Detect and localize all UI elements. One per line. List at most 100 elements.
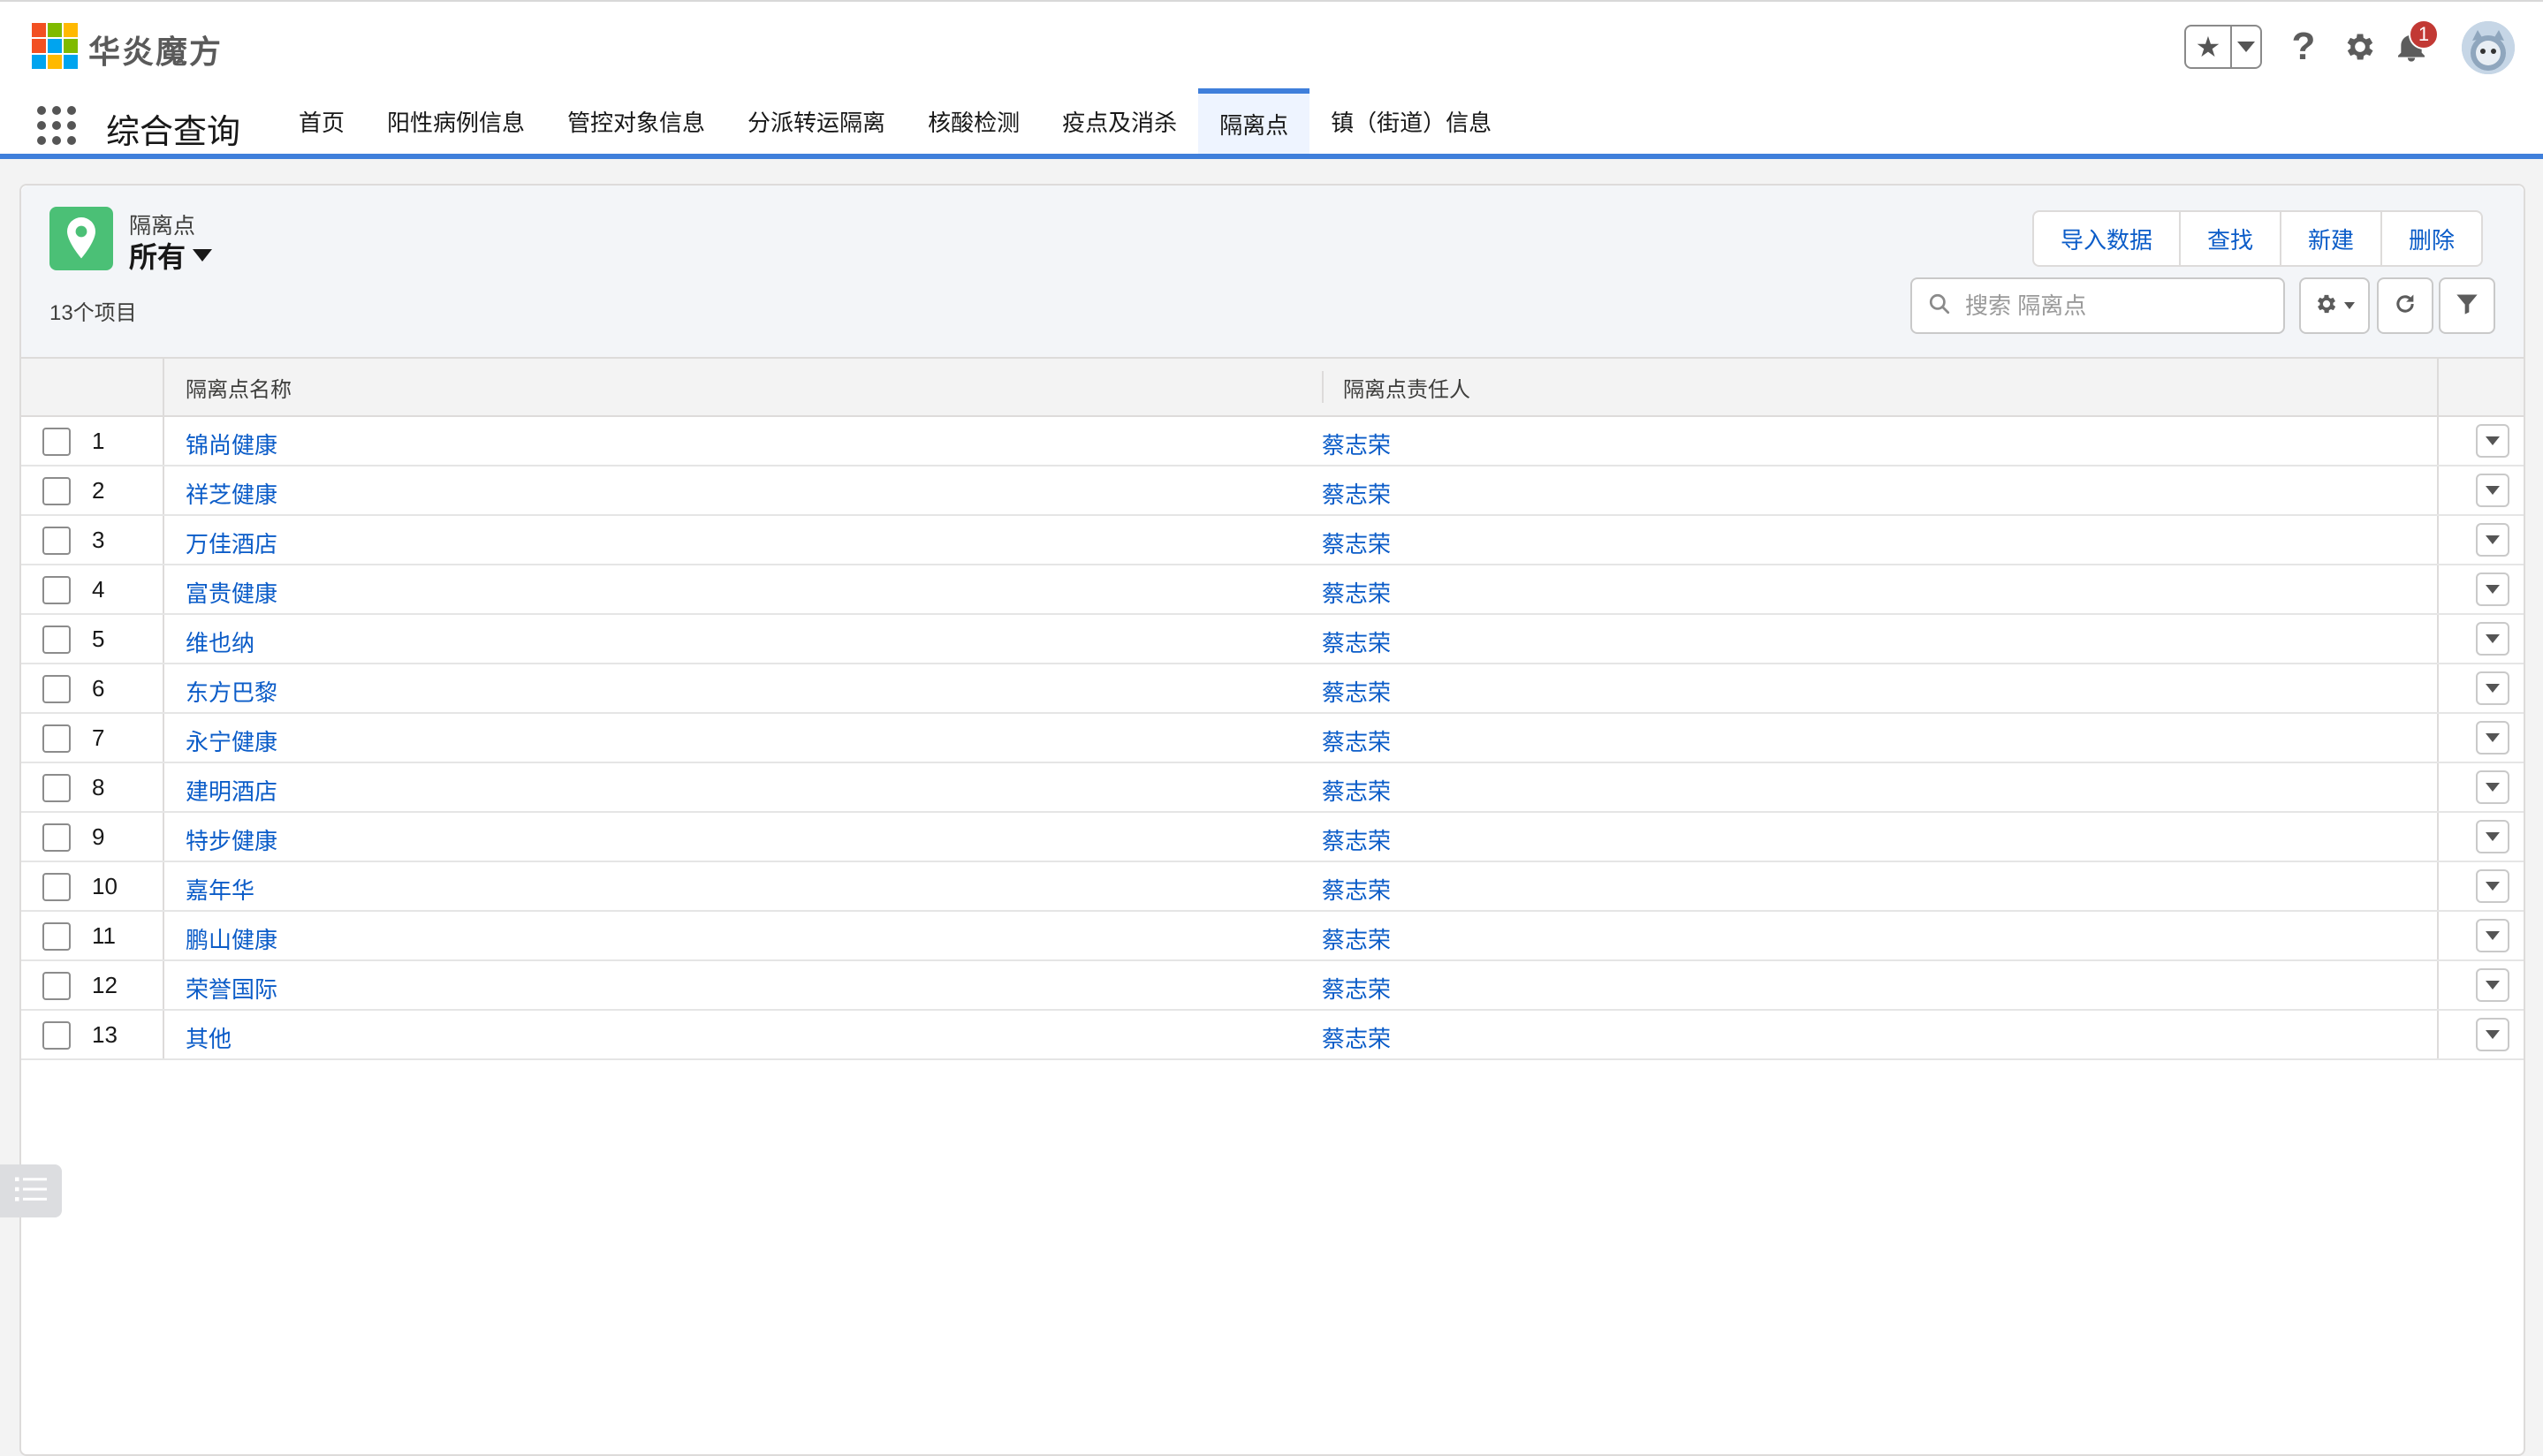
- row-checkbox[interactable]: [42, 477, 71, 505]
- isolation-point-name-link[interactable]: 永宁健康: [186, 724, 277, 757]
- isolation-point-name-link[interactable]: 锦尚健康: [186, 428, 277, 460]
- row-actions-menu-button[interactable]: [2476, 968, 2509, 1002]
- tab-nucleic-testing[interactable]: 核酸检测: [907, 88, 1041, 154]
- row-checkbox[interactable]: [42, 972, 71, 1000]
- row-checkbox[interactable]: [42, 626, 71, 654]
- favorites-dropdown-button[interactable]: [2232, 27, 2260, 67]
- row-number: 5: [92, 626, 105, 652]
- row-actions-menu-button[interactable]: [2476, 919, 2509, 952]
- row-checkbox[interactable]: [42, 873, 71, 901]
- app-launcher-waffle-icon[interactable]: [37, 106, 76, 145]
- list-view-picker[interactable]: 所有: [129, 235, 213, 276]
- column-divider: [2437, 359, 2439, 415]
- caret-down-icon: [193, 249, 213, 262]
- filter-button[interactable]: [2439, 277, 2495, 334]
- row-actions-menu-button[interactable]: [2476, 1018, 2509, 1051]
- column-divider: [163, 417, 164, 465]
- owner-link[interactable]: 蔡志荣: [1322, 527, 1391, 559]
- refresh-button[interactable]: [2377, 277, 2433, 334]
- row-actions-menu-button[interactable]: [2476, 622, 2509, 656]
- chevron-down-icon: [2486, 684, 2500, 693]
- isolation-point-name-link[interactable]: 其他: [186, 1021, 232, 1054]
- location-pin-icon: [49, 207, 113, 270]
- row-checkbox[interactable]: [42, 922, 71, 951]
- owner-link[interactable]: 蔡志荣: [1322, 823, 1391, 856]
- isolation-point-name-link[interactable]: 特步健康: [186, 823, 277, 856]
- tab-home[interactable]: 首页: [277, 88, 366, 154]
- find-button[interactable]: 查找: [2181, 212, 2282, 265]
- owner-link[interactable]: 蔡志荣: [1322, 626, 1391, 658]
- row-actions-menu-button[interactable]: [2476, 770, 2509, 804]
- row-checkbox[interactable]: [42, 428, 71, 456]
- column-divider: [2437, 565, 2439, 613]
- row-actions-menu-button[interactable]: [2476, 474, 2509, 507]
- isolation-point-name-link[interactable]: 荣誉国际: [186, 972, 277, 1005]
- owner-link[interactable]: 蔡志荣: [1322, 774, 1391, 807]
- app-navigation-bar: 综合查询 首页 阳性病例信息 管控对象信息 分派转运隔离 核酸检测 疫点及消杀 …: [0, 88, 2543, 159]
- new-button[interactable]: 新建: [2281, 212, 2383, 265]
- row-actions-menu-button[interactable]: [2476, 424, 2509, 458]
- isolation-point-name-link[interactable]: 祥芝健康: [186, 477, 277, 510]
- tab-epidemic-disinfection[interactable]: 疫点及消杀: [1041, 88, 1198, 154]
- owner-link[interactable]: 蔡志荣: [1322, 873, 1391, 906]
- row-actions-menu-button[interactable]: [2476, 671, 2509, 705]
- isolation-point-name-link[interactable]: 嘉年华: [186, 873, 254, 906]
- help-icon[interactable]: ?: [2281, 25, 2326, 69]
- column-divider: [2437, 615, 2439, 663]
- owner-link[interactable]: 蔡志荣: [1322, 972, 1391, 1005]
- row-checkbox[interactable]: [42, 823, 71, 852]
- column-divider: [2437, 466, 2439, 514]
- row-checkbox[interactable]: [42, 1021, 71, 1050]
- search-icon: [1928, 292, 1951, 320]
- owner-link[interactable]: 蔡志荣: [1322, 477, 1391, 510]
- column-divider: [2437, 714, 2439, 762]
- row-actions-menu-button[interactable]: [2476, 869, 2509, 903]
- brand-logo-icon[interactable]: [32, 23, 78, 69]
- favorite-star-icon[interactable]: ★: [2186, 27, 2232, 67]
- row-checkbox[interactable]: [42, 576, 71, 604]
- tab-controlled-persons[interactable]: 管控对象信息: [546, 88, 726, 154]
- user-avatar[interactable]: [2462, 21, 2515, 74]
- row-checkbox[interactable]: [42, 724, 71, 753]
- tab-transfer-isolation[interactable]: 分派转运隔离: [726, 88, 907, 154]
- owner-link[interactable]: 蔡志荣: [1322, 922, 1391, 955]
- row-checkbox[interactable]: [42, 527, 71, 555]
- tab-positive-cases[interactable]: 阳性病例信息: [366, 88, 546, 154]
- isolation-point-name-link[interactable]: 建明酒店: [186, 774, 277, 807]
- isolation-point-name-link[interactable]: 维也纳: [186, 626, 254, 658]
- import-data-button[interactable]: 导入数据: [2034, 212, 2182, 265]
- table-row: 5 维也纳 蔡志荣: [21, 615, 2524, 664]
- row-actions-menu-button[interactable]: [2476, 523, 2509, 557]
- chevron-down-icon: [2486, 486, 2500, 495]
- list-settings-button[interactable]: [2299, 277, 2370, 334]
- column-header-owner[interactable]: 隔离点责任人: [1322, 371, 2458, 403]
- owner-link[interactable]: 蔡志荣: [1322, 724, 1391, 757]
- delete-button[interactable]: 删除: [2382, 212, 2481, 265]
- owner-link[interactable]: 蔡志荣: [1322, 1021, 1391, 1054]
- row-number: 3: [92, 527, 105, 553]
- owner-link[interactable]: 蔡志荣: [1322, 675, 1391, 708]
- owner-link[interactable]: 蔡志荣: [1322, 576, 1391, 609]
- column-divider: [163, 516, 164, 564]
- search-input[interactable]: [1965, 292, 2266, 320]
- row-checkbox[interactable]: [42, 774, 71, 802]
- isolation-point-name-link[interactable]: 东方巴黎: [186, 675, 277, 708]
- favorites-button-group: ★: [2184, 25, 2262, 69]
- row-checkbox[interactable]: [42, 675, 71, 703]
- isolation-point-name-link[interactable]: 万佳酒店: [186, 527, 277, 559]
- row-actions-menu-button[interactable]: [2476, 820, 2509, 853]
- tab-isolation-points[interactable]: 隔离点: [1198, 88, 1310, 154]
- tab-town-street-info[interactable]: 镇（街道）信息: [1309, 88, 1513, 154]
- chevron-down-icon: [2486, 832, 2500, 841]
- isolation-point-name-link[interactable]: 鹏山健康: [186, 922, 277, 955]
- row-actions-menu-button[interactable]: [2476, 573, 2509, 606]
- row-number: 8: [92, 774, 105, 800]
- list-view-header: 隔离点 所有 13个项目 导入数据 查找 新建 删除: [21, 186, 2524, 359]
- chevron-down-icon: [2486, 1030, 2500, 1039]
- setup-gear-icon[interactable]: [2338, 25, 2382, 69]
- owner-link[interactable]: 蔡志荣: [1322, 428, 1391, 460]
- row-actions-menu-button[interactable]: [2476, 721, 2509, 755]
- column-header-name[interactable]: 隔离点名称: [186, 359, 1322, 415]
- side-panel-toggle[interactable]: [0, 1164, 62, 1217]
- isolation-point-name-link[interactable]: 富贵健康: [186, 576, 277, 609]
